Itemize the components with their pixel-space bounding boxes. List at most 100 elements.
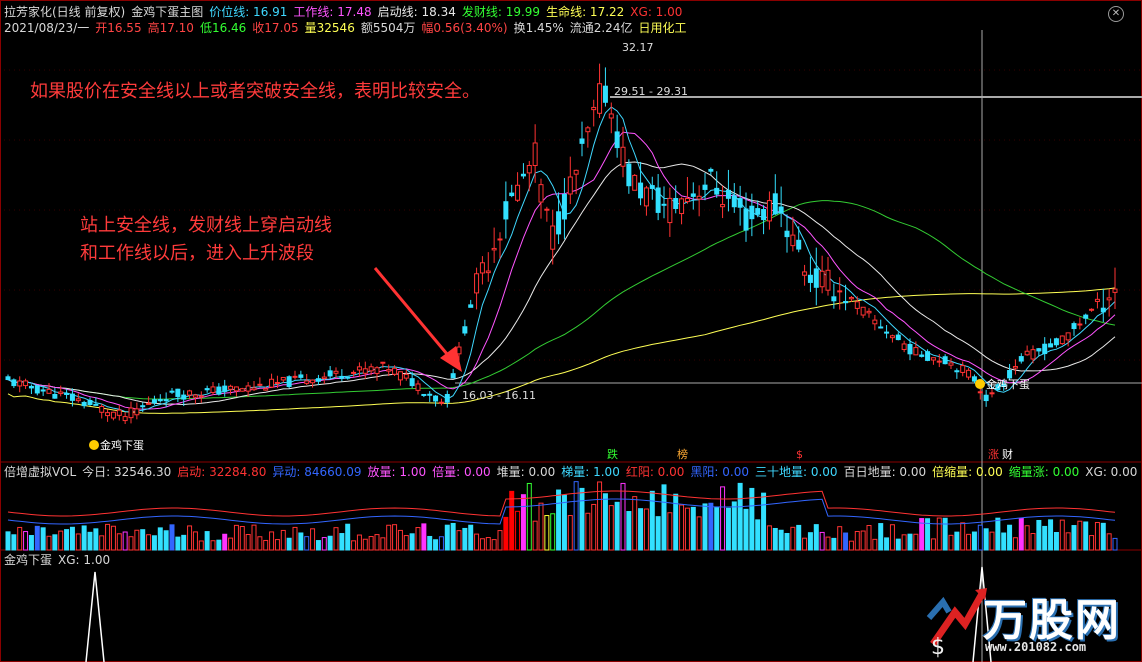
volume-bar [362,538,368,551]
candle-body [1036,348,1042,352]
volume-bar [140,529,146,551]
candle-body [187,390,193,396]
candle-body [561,193,567,220]
vol-header-item-0: 倍增虚拟VOL [4,465,77,479]
volume-bar [503,516,509,551]
candle-body [351,371,357,374]
volume-bar [913,533,919,551]
candle-body [649,185,655,189]
signal-label-right: 金鸡下蛋 [986,377,1030,391]
vol-header-item-12: 倍缩量: 0.00 [932,465,1003,479]
volume-bar [421,523,427,551]
candle-body [796,239,802,250]
vol-header-item-14: XG: 0.00 [1085,465,1138,479]
annotation-arrow [373,267,454,361]
volume-bar [286,537,292,551]
volume-bar [64,529,70,551]
volume-bar [884,537,890,551]
volume-bar [46,535,52,551]
candle-body [766,200,772,222]
candle-body [860,306,866,316]
volume-bar [790,526,796,551]
volume-bar [696,516,702,551]
vol-header-item-7: 梯量: 1.00 [561,465,620,479]
candle-body [813,268,819,288]
candle-body [81,401,87,407]
volume-bar [304,536,310,551]
candle-body [591,106,597,111]
volume-bar [40,527,46,551]
candle-body [679,198,685,215]
volume-bar [960,522,966,551]
volume-bar [585,512,591,551]
candle-body [204,388,210,391]
volume-bar [638,508,644,551]
volume-bar [99,535,105,551]
volume-bar [491,539,497,551]
volume-bar [380,537,386,551]
volume-bar [708,502,714,551]
volume-bar [632,496,638,551]
volume-bar [415,527,421,551]
logo-url: www.201082.com [985,640,1087,654]
volume-bar [1100,522,1106,551]
candle-body [427,393,433,396]
candle-body [930,357,936,361]
candle-body [819,270,825,288]
volume-bar [796,524,802,551]
annotation-top: 如果股价在安全线以上或者突破安全线，表明比较安全。 [30,81,480,102]
candle-body [854,301,860,309]
candle-body [292,375,298,378]
volume-bar [34,525,40,551]
volume-bar [444,524,450,551]
candle-body [966,369,972,378]
annotation-mid-1: 站上安全线，发财线上穿启动线 [80,215,332,236]
candle-body [725,189,731,199]
candle-body [46,388,52,394]
candle-body [977,391,983,394]
candle-body [761,209,767,221]
candle-body [643,187,649,207]
candle-body [263,388,269,391]
volume-bar [854,530,860,551]
volume-bar [901,534,907,551]
vol-header-item-1: 今日: 32546.30 [82,465,172,479]
candle-body [216,386,222,395]
candle-body [702,184,708,190]
volume-bar [655,516,661,551]
volume-bar [333,527,339,551]
candle-body [1077,323,1083,326]
candle-body [667,197,673,224]
candle-body [772,193,778,215]
candle-body [848,297,854,300]
candle-body [433,395,439,402]
candle-body [1018,356,1024,362]
candle-body [392,367,398,375]
volume-bar [468,524,474,551]
vol-header-item-5: 倍量: 0.00 [432,465,491,479]
volume-bar [702,503,708,551]
volume-bar [81,525,87,551]
candle-body [380,361,386,364]
candle-body [936,360,942,363]
candle-body [251,387,257,391]
candle-body [421,393,427,396]
volume-bar [761,492,767,551]
volume-bar [848,540,854,551]
candle-body [409,378,415,387]
vol-header-item-10: 三十地量: 0.00 [754,465,838,479]
volume-bar [438,536,444,551]
volume-bar [1053,532,1059,551]
candle-body [286,376,292,387]
volume-bar [327,535,333,551]
volume-bar [116,533,122,551]
candle-body [673,197,679,209]
volume-bar [936,517,942,551]
candle-body [626,163,632,187]
volume-bar [807,532,813,551]
candle-body [239,388,245,392]
volume-bar [175,536,181,551]
volume-bar [866,525,872,551]
candle-body [948,362,954,366]
candle-body [884,331,890,334]
